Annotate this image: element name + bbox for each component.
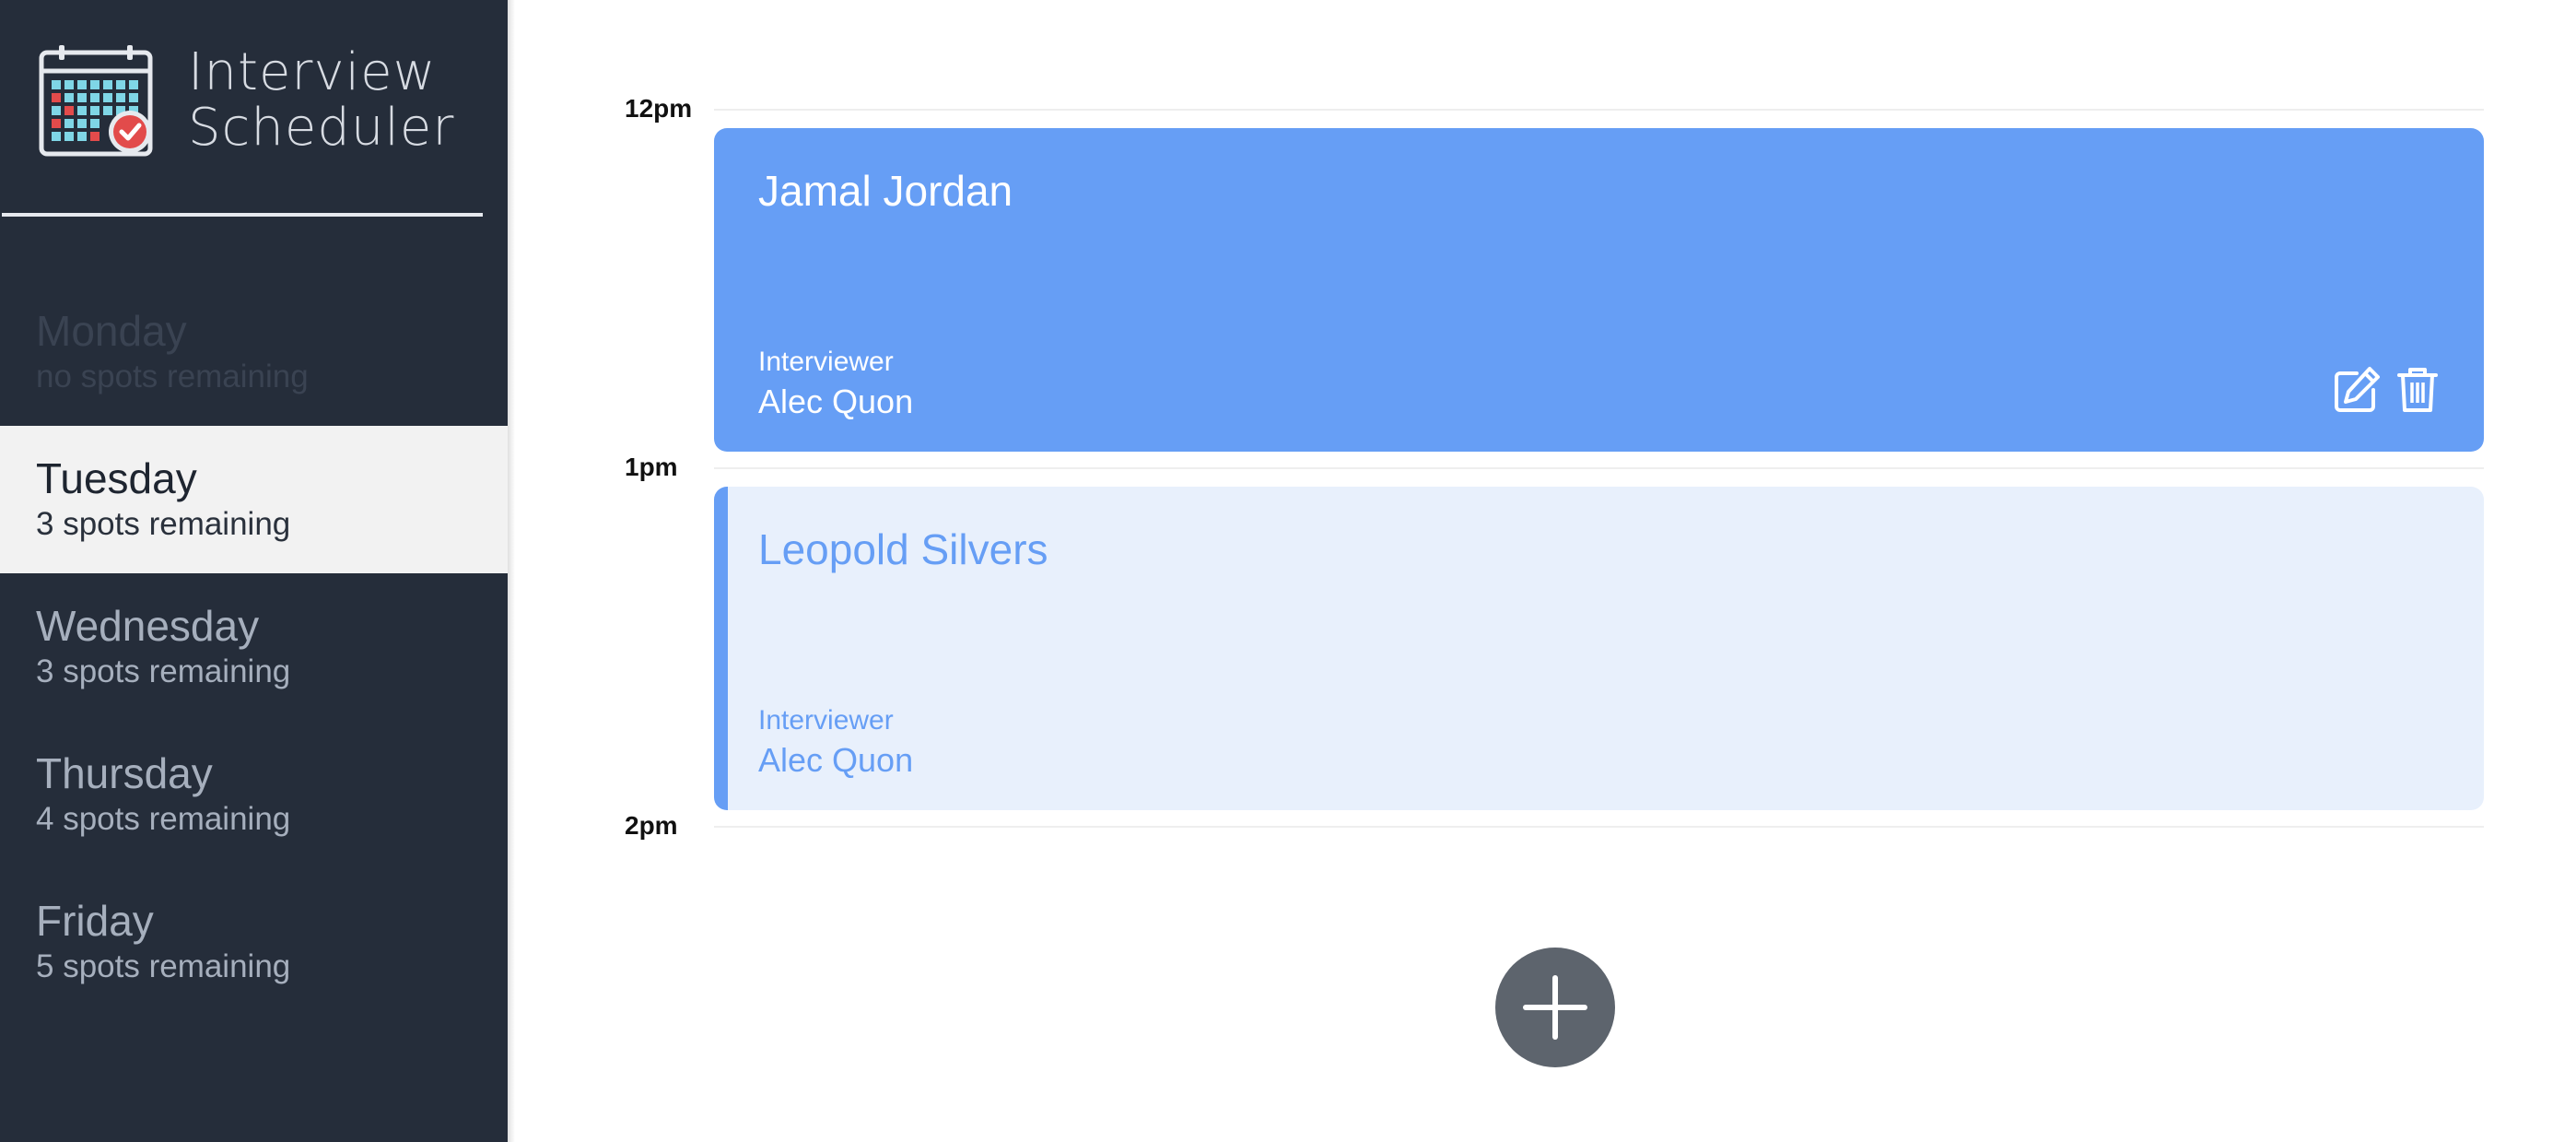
app-root: Interview Scheduler Monday no spots rema… — [0, 0, 2576, 1142]
app-title: Interview Scheduler — [188, 45, 454, 156]
sidebar-divider — [2, 213, 483, 217]
time-label-2pm: 2pm — [625, 811, 678, 840]
day-name: Friday — [36, 897, 154, 945]
interviewer-name: Alec Quon — [758, 383, 914, 420]
hour-line — [714, 109, 2484, 111]
trash-icon[interactable] — [2392, 364, 2443, 416]
time-label-12pm: 12pm — [625, 94, 693, 123]
day-name: Tuesday — [36, 454, 197, 502]
hour-line — [714, 826, 2484, 828]
student-name: Leopold Silvers — [758, 525, 1048, 573]
day-spots: 3 spots remaining — [36, 653, 291, 689]
day-item-wednesday[interactable]: Wednesday 3 spots remaining — [0, 573, 508, 721]
brand: Interview Scheduler — [39, 41, 454, 160]
student-name: Jamal Jordan — [758, 167, 1013, 215]
appointment-card-highlighted[interactable]: Jamal Jordan Interviewer Alec Quon — [714, 128, 2484, 452]
app-title-line1: Interview — [188, 42, 437, 102]
sidebar-shadow — [508, 0, 515, 1142]
calendar-check-icon — [39, 45, 153, 157]
day-item-friday[interactable]: Friday 5 spots remaining — [0, 868, 508, 1016]
day-spots: 4 spots remaining — [36, 801, 291, 837]
interviewer-name: Alec Quon — [758, 741, 914, 779]
edit-icon[interactable] — [2331, 364, 2383, 416]
day-spots: 5 spots remaining — [36, 948, 291, 984]
day-spots: 3 spots remaining — [36, 506, 291, 542]
day-name: Monday — [36, 307, 187, 355]
add-appointment-button[interactable] — [1495, 948, 1615, 1067]
hour-line — [714, 467, 2484, 469]
sidebar: Interview Scheduler Monday no spots rema… — [0, 0, 508, 1142]
day-list: Monday no spots remaining Tuesday 3 spot… — [0, 278, 508, 1016]
appointment-actions — [2331, 364, 2443, 416]
appointment-card[interactable]: Leopold Silvers Interviewer Alec Quon — [714, 487, 2484, 810]
day-item-thursday[interactable]: Thursday 4 spots remaining — [0, 721, 508, 868]
plus-icon — [1523, 975, 1587, 1040]
day-item-tuesday[interactable]: Tuesday 3 spots remaining — [0, 426, 508, 573]
day-name: Thursday — [36, 749, 213, 797]
interviewer-label: Interviewer — [758, 347, 894, 377]
app-title-line2: Scheduler — [188, 98, 455, 158]
day-name: Wednesday — [36, 602, 260, 650]
day-spots: no spots remaining — [36, 359, 309, 394]
day-item-monday[interactable]: Monday no spots remaining — [0, 278, 508, 426]
interviewer-label: Interviewer — [758, 705, 894, 736]
time-label-1pm: 1pm — [625, 453, 678, 481]
